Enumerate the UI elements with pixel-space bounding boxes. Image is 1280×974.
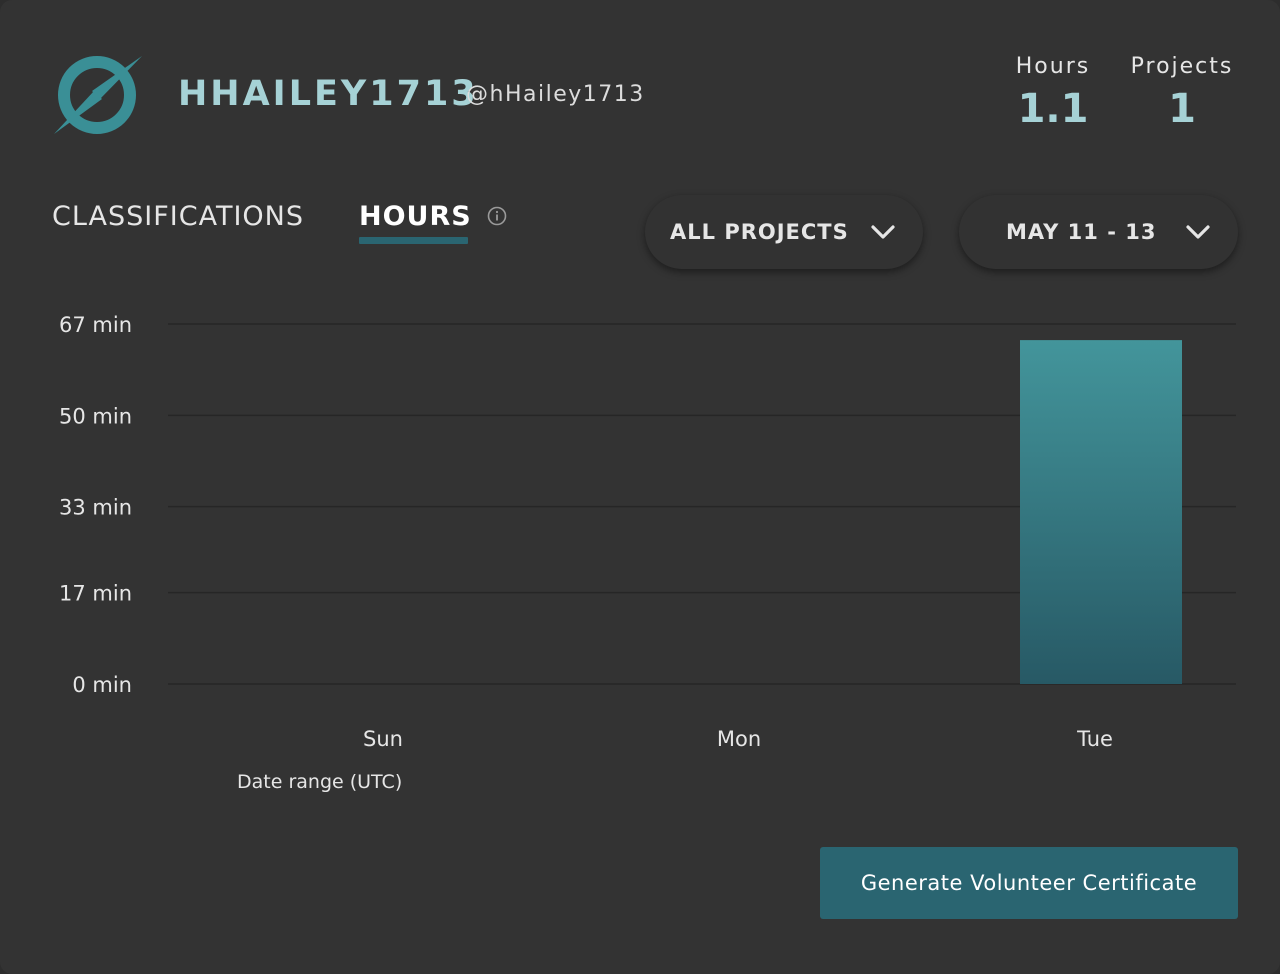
- generate-certificate-button[interactable]: Generate Volunteer Certificate: [820, 847, 1238, 919]
- x-tick-label: Mon: [717, 727, 761, 751]
- y-tick-label: 17 min: [59, 582, 132, 606]
- x-tick-label: Sun: [363, 727, 403, 751]
- bar-tue: [1020, 340, 1182, 684]
- x-tick-label: Tue: [1076, 727, 1113, 751]
- y-tick-label: 67 min: [59, 313, 132, 337]
- y-tick-label: 50 min: [59, 404, 132, 428]
- stats-card: HHAILEY1713 @hHailey1713 Hours 1.1 Proje…: [0, 0, 1280, 974]
- y-tick-label: 0 min: [72, 673, 132, 697]
- hours-bar-chart: 0 min 17 min 33 min 50 min 67 min Sun Mon Tue D…: [59, 313, 1236, 793]
- y-tick-label: 33 min: [59, 496, 132, 520]
- x-axis-label: Date range (UTC): [237, 771, 402, 793]
